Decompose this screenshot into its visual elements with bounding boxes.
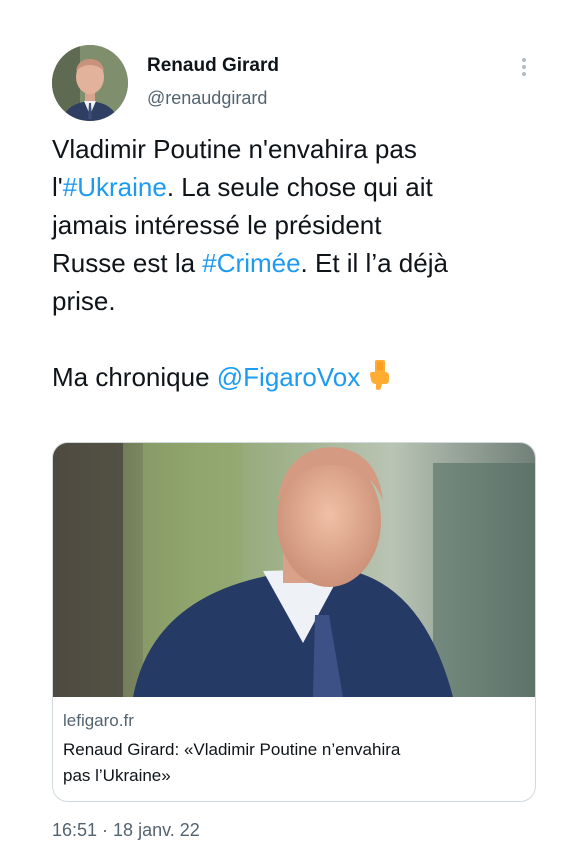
- hashtag-ukraine[interactable]: #Ukraine: [63, 172, 167, 202]
- timestamp-separator: ·: [97, 820, 114, 840]
- profile-photo-icon: [52, 45, 128, 121]
- tweet-text: Vladimir Poutine n'envahira pas l'#Ukrai…: [52, 130, 552, 400]
- more-options-icon[interactable]: [514, 52, 534, 82]
- link-domain: lefigaro.fr: [63, 711, 134, 730]
- tweet-line: Ma chronique @FigaroVox: [52, 358, 552, 400]
- tweet-line: l'#Ukraine. La seule chose qui ait: [52, 168, 552, 206]
- tweet-text-segment: . Et il l’a déjà: [300, 248, 448, 278]
- link-preview-image[interactable]: [53, 443, 535, 697]
- link-title-line: pas l’Ukraine»: [63, 766, 171, 785]
- mention-figarovox[interactable]: @FigaroVox: [217, 362, 360, 392]
- tweet-text-segment: Ma chronique: [52, 362, 217, 392]
- tweet: Renaud Girard @renaudgirard Vladimir Pou…: [0, 0, 582, 858]
- tweet-text-segment: l': [52, 172, 63, 202]
- author-handle[interactable]: @renaudgirard: [147, 88, 267, 109]
- tweet-line: Vladimir Poutine n'envahira pas: [52, 134, 417, 164]
- link-title-line: Renaud Girard: «Vladimir Poutine n’envah…: [63, 740, 401, 759]
- tweet-line: Russe est la #Crimée. Et il l’a déjà: [52, 244, 552, 282]
- tweet-timestamp: 16:51 · 18 janv. 22: [52, 820, 200, 841]
- photo-icon: [53, 443, 535, 697]
- hashtag-crimee[interactable]: #Crimée: [202, 248, 300, 278]
- link-title: Renaud Girard: «Vladimir Poutine n’envah…: [63, 737, 523, 789]
- author-name[interactable]: Renaud Girard: [147, 55, 279, 77]
- tweet-text-segment: Russe est la: [52, 248, 203, 278]
- link-preview-card[interactable]: lefigaro.fr Renaud Girard: «Vladimir Pou…: [52, 442, 536, 802]
- tweet-line: prise.: [52, 286, 116, 316]
- tweet-text-segment: . La seule chose qui ait: [166, 172, 433, 202]
- author-avatar[interactable]: [52, 45, 128, 121]
- tweet-time[interactable]: 16:51: [52, 820, 97, 840]
- pointing-down-emoji-icon: [368, 360, 390, 400]
- tweet-line: jamais intéressé le président: [52, 210, 382, 240]
- tweet-date[interactable]: 18 janv. 22: [113, 820, 200, 840]
